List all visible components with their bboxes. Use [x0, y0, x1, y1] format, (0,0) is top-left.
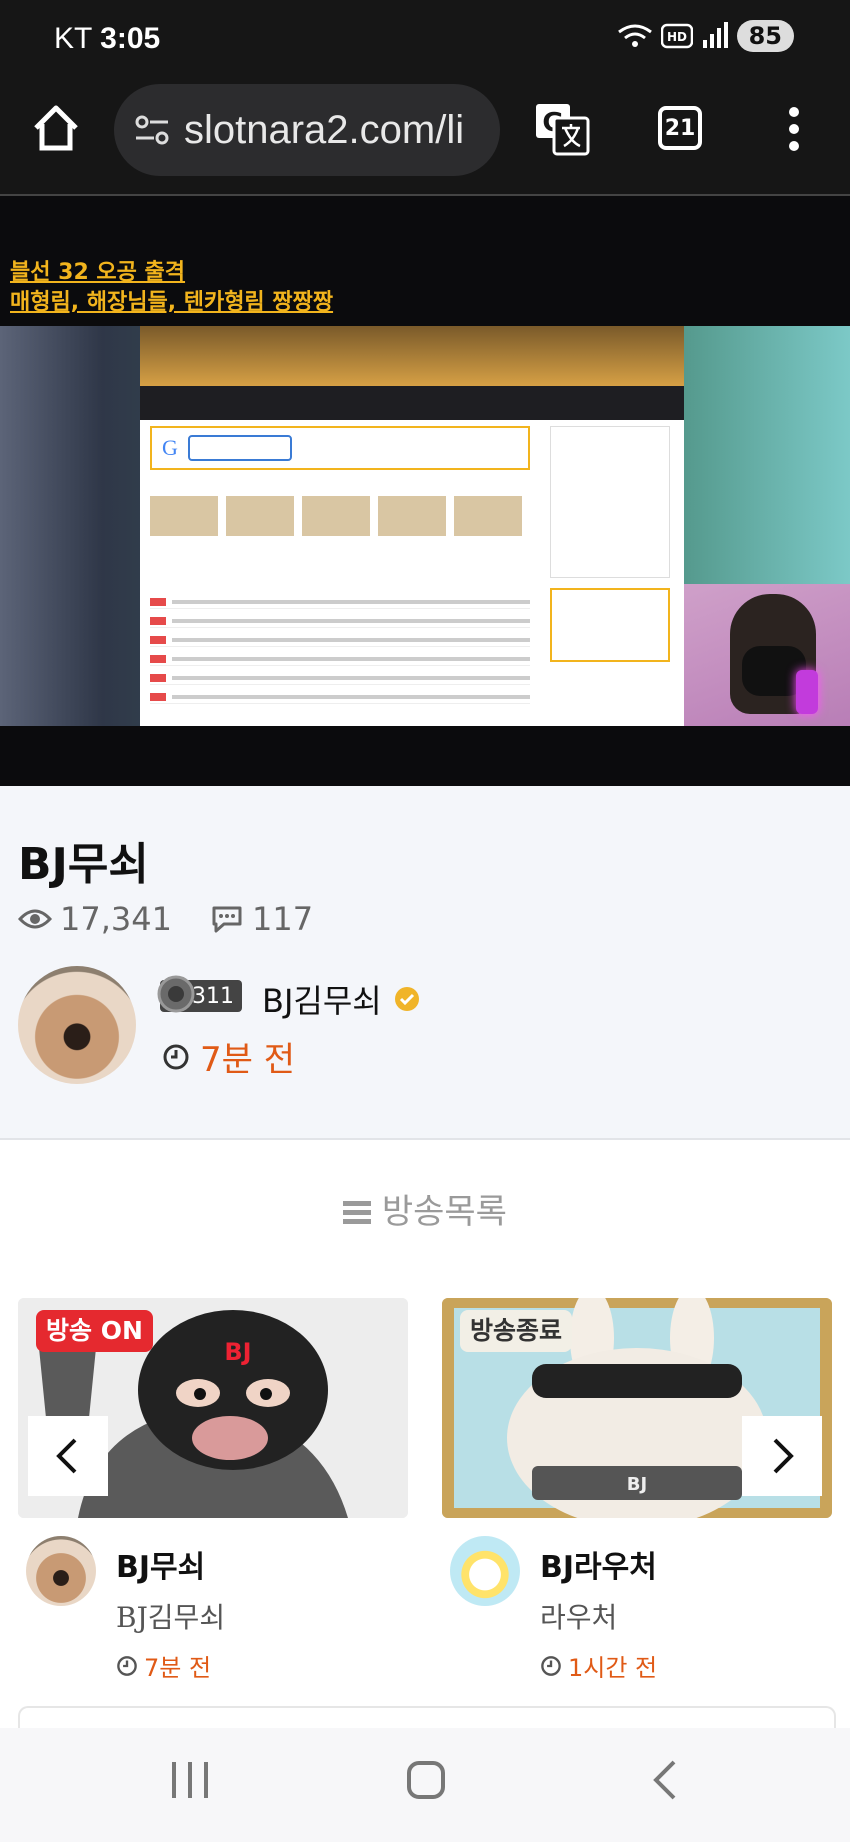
captured-nav	[140, 386, 684, 420]
google-logo-icon: G	[162, 435, 178, 460]
broadcast-time: 7분 전	[116, 1648, 211, 1683]
ended-badge: 방송종료	[460, 1310, 573, 1352]
clock-icon	[163, 1044, 189, 1069]
author-name[interactable]: BJ김무쇠	[262, 976, 382, 1022]
clock-icon	[541, 1655, 561, 1676]
svg-text:BJ: BJ	[224, 1338, 251, 1366]
svg-text:HD: HD	[667, 30, 687, 44]
level-number: 311	[192, 983, 234, 1009]
captured-search-box	[187, 435, 292, 461]
carrier: KT	[54, 22, 92, 55]
post-info: BJ무쇠 17,341 117 311 BJ김무쇠 7분 전	[0, 786, 850, 1140]
caption-line-2: 매형림, 해장님들, 텐카형림 짱짱짱	[10, 290, 334, 315]
more-menu-icon[interactable]	[782, 106, 806, 152]
eye-icon	[18, 909, 52, 929]
comment-icon	[212, 906, 242, 933]
status-icons: HD 85	[617, 20, 794, 52]
translate-icon[interactable]: G	[534, 102, 590, 156]
broadcaster-name[interactable]: BJ무쇠	[116, 1542, 205, 1586]
post-time-text: 7분 전	[200, 1040, 295, 1080]
clock-time: 3:05	[100, 22, 161, 55]
broadcast-carousel: BJ 방송 ON BJ무쇠 BJ김무쇠 7분 전 BJ 방송종료 BJ라우처 라…	[0, 1298, 850, 1682]
url-text: slotnara2.com/li	[184, 107, 465, 152]
captured-banner	[140, 326, 684, 386]
site-settings-icon[interactable]	[132, 110, 172, 150]
verified-badge-icon	[395, 987, 419, 1011]
comment-count: 117	[210, 900, 313, 938]
comment-count-value: 117	[251, 900, 314, 938]
home-circle-icon[interactable]	[406, 1758, 446, 1802]
back-icon[interactable]	[650, 1758, 680, 1802]
clock-icon	[117, 1655, 137, 1676]
captured-thumbnails	[150, 496, 530, 536]
post-time: 7분 전	[162, 1032, 295, 1081]
view-count-value: 17,341	[60, 900, 172, 938]
captured-sidebar	[550, 426, 670, 662]
screen-capture-website: G	[140, 326, 684, 726]
webcam-overlay	[684, 584, 850, 732]
captured-list	[150, 596, 530, 704]
author-avatar[interactable]	[18, 966, 136, 1084]
broadcaster-avatar[interactable]	[26, 1536, 96, 1606]
signal-icon	[702, 22, 728, 48]
carrier-time: KT 3:05	[54, 22, 160, 56]
post-title: BJ무쇠	[18, 839, 149, 890]
tab-switcher-button[interactable]: 21	[658, 106, 702, 150]
chevron-left-icon	[56, 1438, 77, 1474]
level-badge: 311	[157, 975, 242, 1013]
stream-caption: 블선 32 오공 출격 매형림, 해장님들, 텐카형림 짱짱짱	[10, 258, 333, 318]
broadcast-time-text: 7분 전	[144, 1654, 212, 1682]
broadcaster-id: BJ김무쇠	[116, 1601, 226, 1634]
recents-icon[interactable]	[170, 1758, 210, 1802]
chevron-right-icon	[773, 1438, 794, 1474]
broadcast-list-title: 방송목록	[0, 1184, 850, 1233]
captured-google-box: G	[150, 426, 530, 470]
video-letterbox	[0, 726, 850, 786]
carousel-next-button[interactable]	[742, 1416, 822, 1496]
broadcaster-avatar[interactable]	[450, 1536, 520, 1606]
broadcaster-id: 라우처	[540, 1601, 618, 1634]
wifi-icon	[617, 24, 652, 47]
broadcast-list-title-text: 방송목록	[381, 1192, 507, 1232]
home-icon[interactable]	[30, 102, 82, 154]
stream-video[interactable]: 블선 32 오공 출격 매형림, 해장님들, 텐카형림 짱짱짱 G	[0, 196, 850, 786]
list-icon	[343, 1201, 372, 1224]
battery-indicator: 85	[736, 20, 794, 52]
broadcaster-name[interactable]: BJ라우처	[540, 1542, 657, 1586]
hd-icon: HD	[660, 23, 693, 49]
url-field[interactable]: slotnara2.com/li	[114, 84, 500, 176]
browser-toolbar: slotnara2.com/li G 21	[0, 80, 850, 194]
captured-profile-card	[550, 426, 670, 578]
microphone-icon	[796, 670, 818, 714]
live-badge: 방송 ON	[36, 1310, 153, 1352]
captured-content: G	[150, 426, 530, 710]
caption-line-1: 블선 32 오공 출격	[10, 260, 186, 285]
status-bar: KT 3:05 HD 85	[0, 0, 850, 80]
broadcast-time: 1시간 전	[540, 1648, 657, 1683]
captured-google-card	[550, 588, 670, 662]
broadcast-time-text: 1시간 전	[568, 1654, 658, 1682]
carousel-prev-button[interactable]	[28, 1416, 108, 1496]
post-stats: 17,341 117	[18, 900, 313, 938]
svg-text:BJ: BJ	[627, 1474, 647, 1495]
view-count: 17,341	[18, 900, 172, 938]
system-nav-bar	[0, 1728, 850, 1842]
level-emblem-icon	[157, 975, 195, 1013]
